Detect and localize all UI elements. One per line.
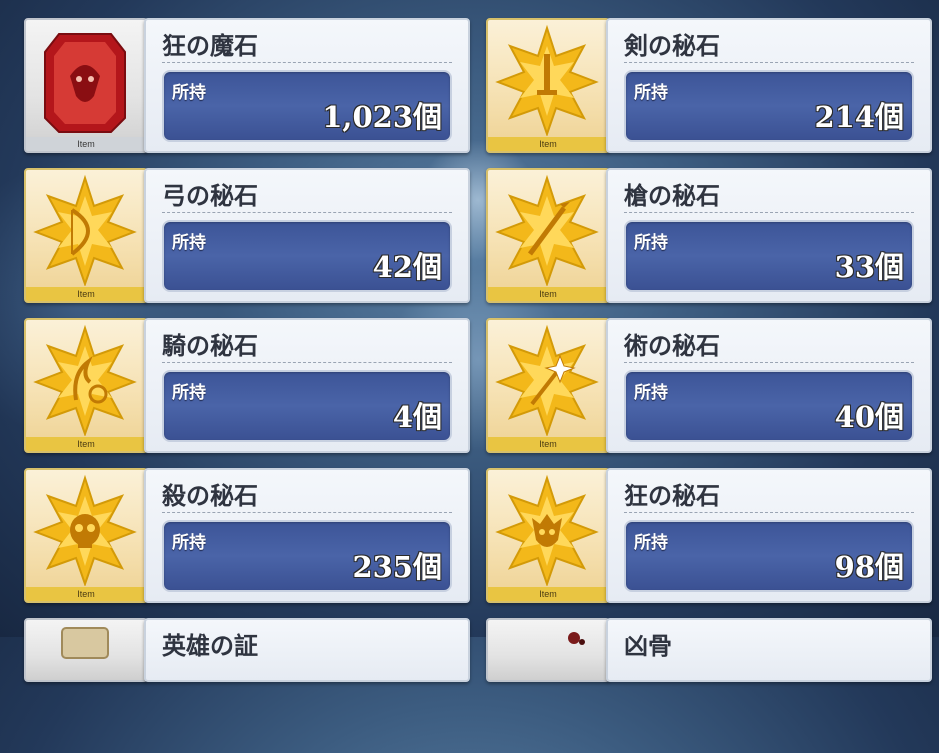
item-name: 凶骨	[624, 631, 672, 660]
bow-star-gem-icon	[33, 174, 137, 286]
owned-count: 98個	[834, 550, 904, 584]
item-card[interactable]: 英雄の証	[24, 618, 470, 753]
item-info-panel: 術の秘石 所持 40個	[606, 318, 932, 453]
item-info-panel: 殺の秘石 所持 235個	[144, 468, 470, 603]
owned-label: 所持	[172, 533, 206, 553]
item-thumbnail	[486, 618, 610, 682]
divider	[162, 512, 452, 513]
divider	[624, 62, 914, 63]
item-name: 狂の秘石	[624, 481, 720, 510]
divider	[162, 62, 452, 63]
item-name: 英雄の証	[162, 631, 258, 660]
divider	[624, 212, 914, 213]
owned-label: 所持	[634, 383, 668, 403]
item-caption: Item	[488, 587, 608, 601]
red-gem-icon	[44, 33, 126, 133]
berserker-star-gem-icon	[495, 474, 599, 586]
item-info-panel: 狂の魔石 所持 1,023個	[144, 18, 470, 153]
item-thumbnail: Item	[486, 18, 610, 153]
item-info-panel: 騎の秘石 所持 4個	[144, 318, 470, 453]
divider	[162, 212, 452, 213]
item-card[interactable]: Item 殺の秘石 所持 235個	[24, 468, 470, 603]
owned-label: 所持	[634, 83, 668, 103]
bone-icon	[568, 632, 585, 645]
owned-label: 所持	[634, 533, 668, 553]
rider-star-gem-icon	[33, 324, 137, 436]
owned-label: 所持	[172, 233, 206, 253]
item-card[interactable]: 凶骨	[486, 618, 932, 753]
owned-count: 42個	[372, 250, 442, 284]
item-thumbnail: Item	[24, 18, 148, 153]
owned-count: 33個	[834, 250, 904, 284]
item-caption: Item	[26, 137, 146, 151]
item-thumbnail	[24, 618, 148, 682]
item-thumbnail: Item	[24, 468, 148, 603]
item-name: 狂の魔石	[162, 31, 258, 60]
item-thumbnail: Item	[486, 468, 610, 603]
caster-star-gem-icon	[495, 324, 599, 436]
item-name: 槍の秘石	[624, 181, 720, 210]
item-thumbnail: Item	[24, 168, 148, 303]
sword-star-gem-icon	[495, 24, 599, 136]
item-thumbnail: Item	[486, 318, 610, 453]
item-name: 弓の秘石	[162, 181, 258, 210]
item-info-panel: 狂の秘石 所持 98個	[606, 468, 932, 603]
item-info-panel: 凶骨	[606, 618, 932, 682]
item-name: 騎の秘石	[162, 331, 258, 360]
owned-label: 所持	[172, 383, 206, 403]
item-info-panel: 剣の秘石 所持 214個	[606, 18, 932, 153]
owned-count-bar: 所持 214個	[624, 70, 914, 142]
item-card[interactable]: Item 弓の秘石 所持 42個	[24, 168, 470, 303]
owned-count-bar: 所持 40個	[624, 370, 914, 442]
owned-label: 所持	[172, 83, 206, 103]
owned-count: 235個	[352, 550, 442, 584]
owned-count: 40個	[834, 400, 904, 434]
item-caption: Item	[488, 137, 608, 151]
item-name: 剣の秘石	[624, 31, 720, 60]
divider	[624, 512, 914, 513]
item-card[interactable]: Item 槍の秘石 所持 33個	[486, 168, 932, 303]
owned-count: 214個	[814, 100, 904, 134]
item-caption: Item	[26, 287, 146, 301]
item-card[interactable]: Item 狂の魔石 所持 1,023個	[24, 18, 470, 153]
item-thumbnail: Item	[486, 168, 610, 303]
item-caption: Item	[488, 287, 608, 301]
item-caption: Item	[488, 437, 608, 451]
item-card[interactable]: Item 狂の秘石 所持 98個	[486, 468, 932, 603]
owned-count: 4個	[392, 400, 442, 434]
divider	[162, 362, 452, 363]
item-card[interactable]: Item 術の秘石 所持 40個	[486, 318, 932, 453]
lance-star-gem-icon	[495, 174, 599, 286]
owned-label: 所持	[634, 233, 668, 253]
item-info-panel: 英雄の証	[144, 618, 470, 682]
owned-count: 1,023個	[322, 100, 442, 134]
owned-count-bar: 所持 98個	[624, 520, 914, 592]
divider	[624, 362, 914, 363]
item-card[interactable]: Item 剣の秘石 所持 214個	[486, 18, 932, 153]
item-info-panel: 弓の秘石 所持 42個	[144, 168, 470, 303]
item-caption: Item	[26, 587, 146, 601]
item-name: 殺の秘石	[162, 481, 258, 510]
owned-count-bar: 所持 33個	[624, 220, 914, 292]
owned-count-bar: 所持 4個	[162, 370, 452, 442]
assassin-star-gem-icon	[33, 474, 137, 586]
item-card[interactable]: Item 騎の秘石 所持 4個	[24, 318, 470, 453]
item-name: 術の秘石	[624, 331, 720, 360]
item-thumbnail: Item	[24, 318, 148, 453]
item-caption: Item	[26, 437, 146, 451]
owned-count-bar: 所持 1,023個	[162, 70, 452, 142]
owned-count-bar: 所持 235個	[162, 520, 452, 592]
hero-proof-icon	[61, 627, 109, 659]
owned-count-bar: 所持 42個	[162, 220, 452, 292]
item-info-panel: 槍の秘石 所持 33個	[606, 168, 932, 303]
